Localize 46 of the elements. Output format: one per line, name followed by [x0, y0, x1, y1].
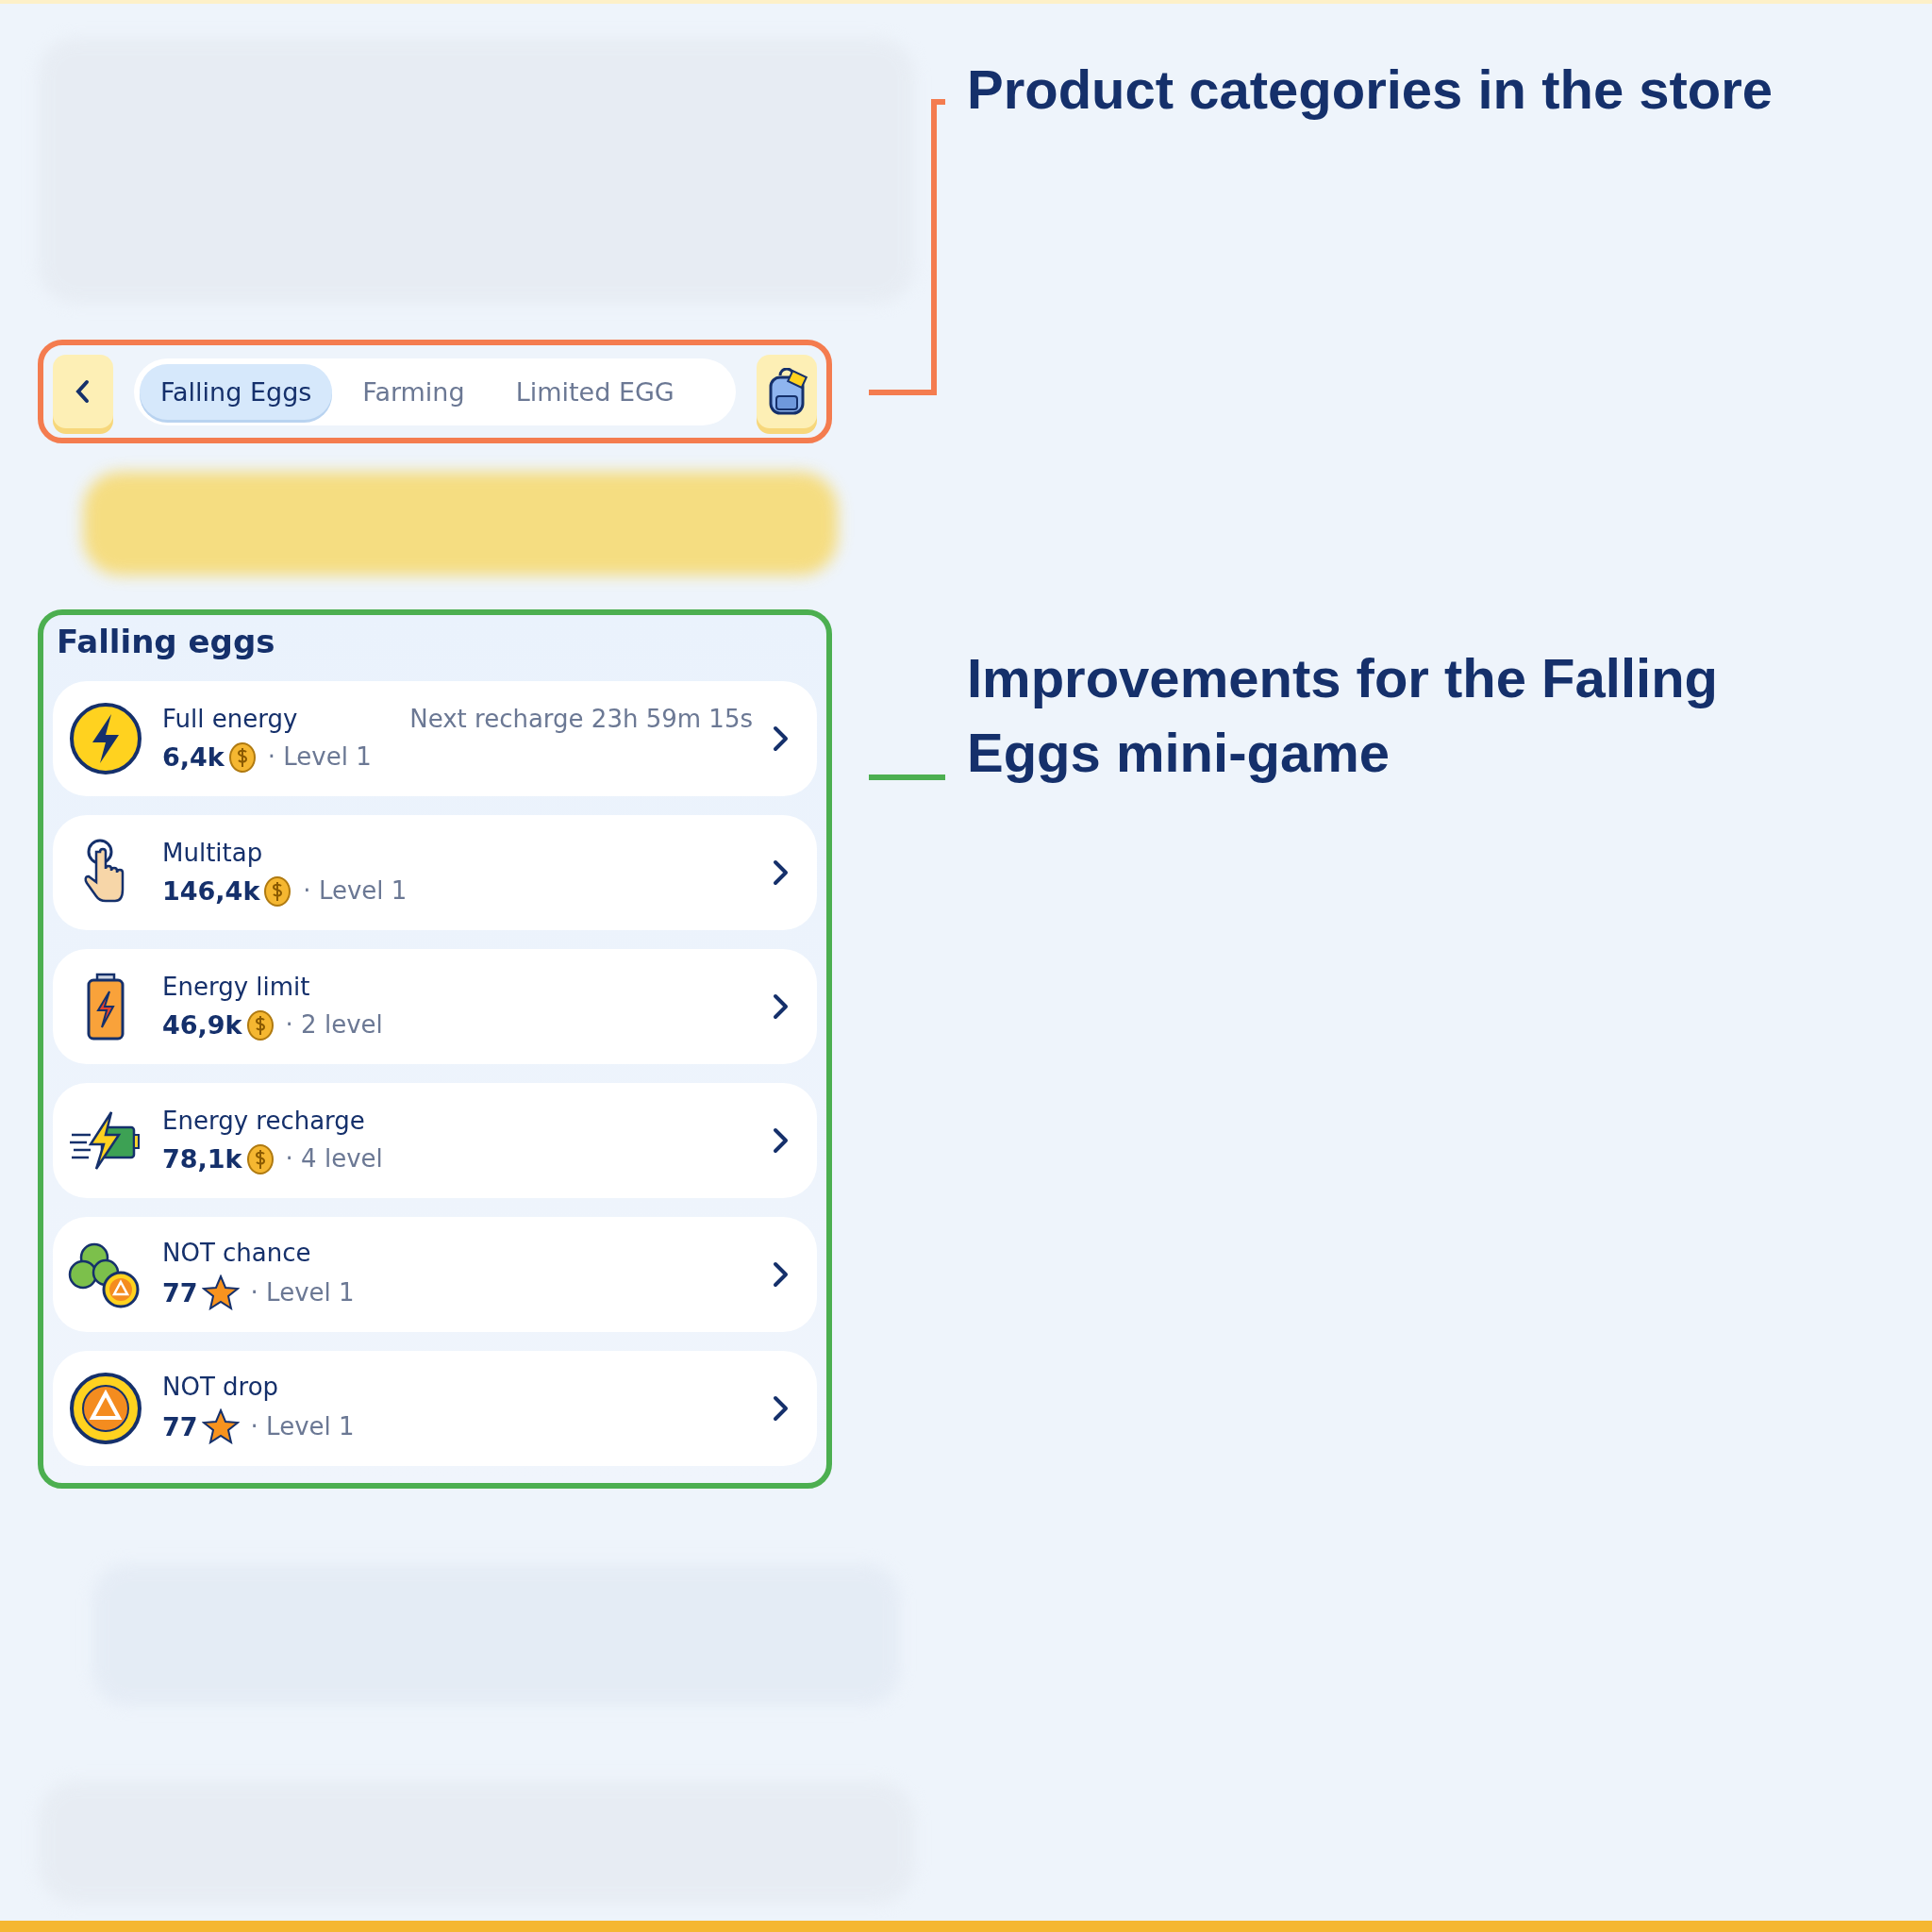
upgrade-card[interactable]: Energy recharge 78,1k · 4 level	[53, 1083, 817, 1198]
coin-warning-icon	[68, 1371, 143, 1446]
upgrade-price: 46,9k	[162, 1009, 242, 1040]
chevron-right-icon	[772, 1260, 791, 1289]
category-tab[interactable]: Limited EGG	[494, 363, 695, 420]
chevron-right-icon	[772, 1126, 791, 1155]
coin-icon	[263, 874, 292, 907]
coin-icon	[245, 1142, 275, 1174]
section-title: Falling eggs	[57, 623, 276, 660]
upgrade-name: Energy recharge	[162, 1107, 365, 1135]
upgrade-level: · Level 1	[303, 876, 408, 905]
chevron-right-icon	[772, 992, 791, 1021]
upgrade-price: 146,4k	[162, 875, 260, 906]
upgrade-name: NOT drop	[162, 1373, 279, 1401]
upgrade-name: Energy limit	[162, 973, 310, 1001]
category-tab[interactable]: Farming	[341, 363, 486, 420]
star-icon	[201, 1274, 240, 1310]
upgrade-level: · Level 1	[250, 1412, 355, 1441]
coin-icon	[227, 741, 257, 773]
lightning-bolt-icon	[68, 701, 143, 776]
upgrade-name: Full energy	[162, 705, 298, 733]
upgrade-name: Multitap	[162, 839, 263, 867]
chevron-right-icon	[772, 1394, 791, 1423]
upgrade-level: · Level 1	[267, 742, 372, 771]
chevron-right-icon	[772, 724, 791, 753]
upgrade-name: NOT chance	[162, 1239, 311, 1267]
upgrade-card[interactable]: Multitap 146,4k · Level 1	[53, 815, 817, 930]
upgrade-card[interactable]: Energy limit 46,9k · 2 level	[53, 949, 817, 1064]
upgrade-level: · Level 1	[250, 1278, 355, 1307]
upgrade-price: 77	[162, 1411, 198, 1441]
upgrade-price: 78,1k	[162, 1143, 242, 1174]
category-tab[interactable]: Falling Eggs	[140, 363, 333, 420]
chevron-right-icon	[772, 858, 791, 887]
annotation-text: Product categories in the store	[967, 58, 1774, 122]
star-icon	[201, 1408, 240, 1444]
upgrade-level: · 4 level	[285, 1144, 383, 1173]
recharge-timer: Next recharge 23h 59m 15s	[409, 705, 753, 733]
coin-icon	[245, 1008, 275, 1041]
upgrade-card[interactable]: NOT chance 77 · Level 1	[53, 1217, 817, 1332]
annotation-text: Improvements for the Falling Eggs mini-game	[967, 646, 1719, 785]
upgrade-card[interactable]: NOT drop 77 · Level 1	[53, 1351, 817, 1466]
chevron-left-icon	[75, 378, 92, 405]
upgrade-card[interactable]: Full energy Next recharge 23h 59m 15s 6,4k · Level 1	[53, 681, 817, 796]
upgrade-level: · 2 level	[285, 1010, 383, 1039]
upgrade-price: 6,4k	[162, 741, 225, 772]
upgrade-price: 77	[162, 1277, 198, 1307]
